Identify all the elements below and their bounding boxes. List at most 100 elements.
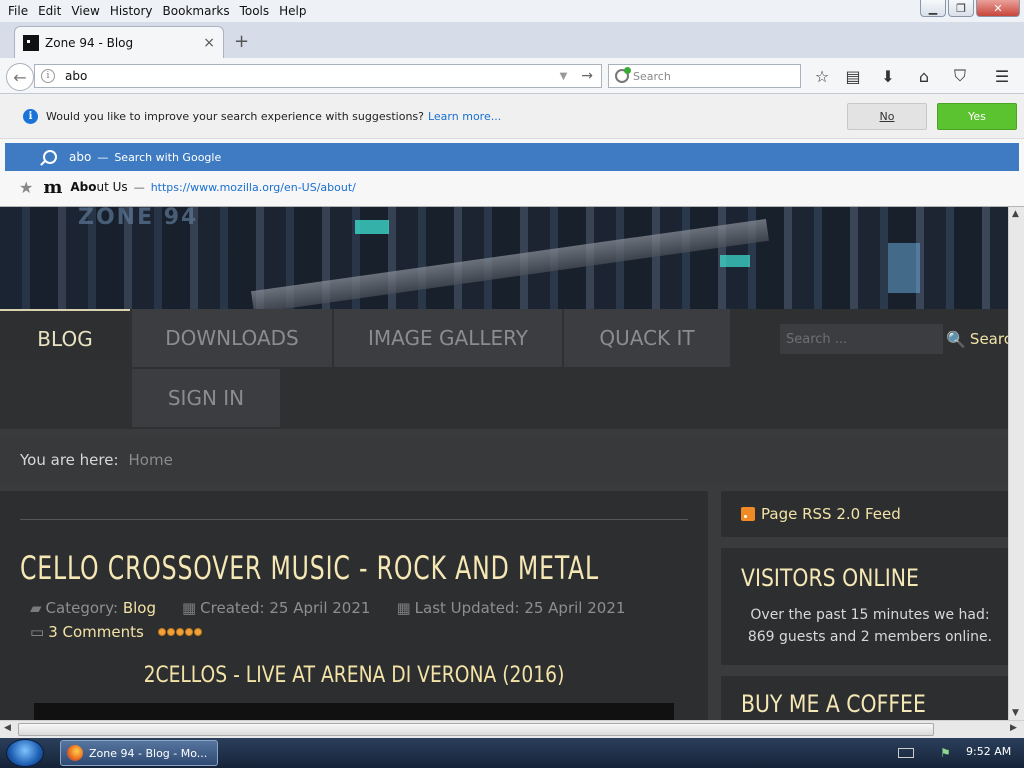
yes-button[interactable]: Yes <box>937 103 1017 130</box>
search-action: Search with Google <box>114 150 222 164</box>
star-icon: ★ <box>19 177 34 197</box>
star-rating[interactable] <box>157 628 202 636</box>
rss-feed-link[interactable]: Page RSS 2.0 Feed <box>721 491 1008 537</box>
article-comments: ▭ 3 Comments <box>30 623 202 641</box>
taskbar: Zone 94 - Blog - Mo... ⚑ 9:52 AM <box>0 738 1024 768</box>
hamburger-menu-icon[interactable]: ☰ <box>991 66 1013 86</box>
video-player[interactable] <box>34 703 674 720</box>
favicon-icon <box>23 34 39 51</box>
nav-downloads[interactable]: DOWNLOADS <box>132 309 332 367</box>
search-with-google-row[interactable]: abo — Search with Google <box>5 143 1019 171</box>
menu-view[interactable]: View <box>71 4 99 18</box>
url-autocomplete-popup: i Would you like to improve your search … <box>0 95 1024 207</box>
site-search-button-label: Search <box>969 330 1008 348</box>
visitors-line: 869 guests and 2 members online. <box>747 629 993 645</box>
search-icon: 🔍 <box>946 329 966 349</box>
tab-close-icon[interactable]: × <box>203 35 215 51</box>
vertical-scrollbar[interactable]: ▲ ▼ <box>1008 207 1024 720</box>
close-window-button[interactable]: ✕ <box>976 0 1020 17</box>
folder-icon: ▰ <box>30 599 42 617</box>
comment-icon: ▭ <box>30 623 45 641</box>
site-navigation: BLOG DOWNLOADS IMAGE GALLERY QUACK IT SI… <box>0 309 1008 429</box>
back-icon[interactable]: ← <box>6 63 34 91</box>
nav-sign-in[interactable]: SIGN IN <box>132 369 280 427</box>
network-icon[interactable]: ⚑ <box>940 746 951 760</box>
menu-bookmarks[interactable]: Bookmarks <box>163 4 230 18</box>
tab-strip: Zone 94 - Blog × + <box>0 22 1024 58</box>
site-search-button[interactable]: 🔍 Search <box>946 324 1008 354</box>
visitors-line: Over the past 15 minutes we had: <box>750 607 990 623</box>
banner-decoration <box>355 220 389 234</box>
search-input[interactable] <box>633 69 800 83</box>
scroll-left-icon[interactable]: ◀ <box>4 723 11 733</box>
article-created: ▦ Created: 25 April 2021 <box>182 599 370 617</box>
menu-help[interactable]: Help <box>279 4 306 18</box>
menu-file[interactable]: File <box>8 4 28 18</box>
scroll-right-icon[interactable]: ▶ <box>1010 723 1017 733</box>
bookmark-suggestion-row[interactable]: ★ m About Us — https://www.mozilla.org/e… <box>5 173 1019 201</box>
article: CELLO CROSSOVER MUSIC - ROCK AND METAL ▰… <box>0 491 708 720</box>
taskbar-firefox-window[interactable]: Zone 94 - Blog - Mo... <box>60 740 218 766</box>
visitors-online-module: VISITORS ONLINE Over the past 15 minutes… <box>721 548 1008 665</box>
banner-decoration <box>888 243 920 293</box>
home-icon[interactable]: ⌂ <box>913 66 935 86</box>
search-suggestions-banner: i Would you like to improve your search … <box>0 95 1024 139</box>
scroll-up-icon[interactable]: ▲ <box>1012 209 1019 219</box>
reading-list-icon[interactable]: ▤ <box>842 66 864 86</box>
nav-blog[interactable]: BLOG <box>0 309 130 367</box>
minimize-button[interactable]: ▁ <box>920 0 946 17</box>
rating-star-icon[interactable] <box>184 628 193 636</box>
article-category: ▰ Category: Blog <box>30 599 156 617</box>
restore-button[interactable]: ❐ <box>948 0 974 17</box>
no-button[interactable]: No <box>847 103 927 130</box>
new-tab-button[interactable]: + <box>234 31 249 52</box>
menu-bar: File Edit View History Bookmarks Tools H… <box>0 0 1024 22</box>
url-bar[interactable]: i ▼ → <box>34 64 602 88</box>
url-input[interactable] <box>65 69 560 83</box>
rest-text: ut Us <box>96 180 128 194</box>
article-title[interactable]: CELLO CROSSOVER MUSIC - ROCK AND METAL <box>20 549 599 587</box>
downloads-icon[interactable]: ⬇ <box>877 66 899 86</box>
article-meta: ▰ Category: Blog ▦ Created: 25 April 2021 … <box>30 599 625 617</box>
search-bar[interactable] <box>608 64 801 88</box>
rating-star-icon[interactable] <box>166 628 175 636</box>
article-updated: ▦ Last Updated: 25 April 2021 <box>396 599 625 617</box>
nav-toolbar: ← i ▼ → ☆ ▤ ⬇ ⌂ ⛉ ☰ <box>0 58 1024 94</box>
pocket-icon[interactable]: ⛉ <box>949 66 971 86</box>
module-title: VISITORS ONLINE <box>741 564 919 592</box>
nav-quack-it[interactable]: QUACK IT <box>564 309 730 367</box>
menu-tools[interactable]: Tools <box>240 4 270 18</box>
bookmark-star-icon[interactable]: ☆ <box>811 66 833 86</box>
comments-link[interactable]: 3 Comments <box>48 623 144 641</box>
horizontal-scrollbar[interactable]: ◀ ▶ <box>0 720 1024 738</box>
dropdown-icon[interactable]: ▼ <box>560 71 568 82</box>
banner-text: Would you like to improve your search ex… <box>46 110 424 123</box>
site-search-input[interactable] <box>780 324 943 354</box>
rating-star-icon[interactable] <box>175 628 184 636</box>
rating-star-icon[interactable] <box>157 628 166 636</box>
tab-zone94[interactable]: Zone 94 - Blog × <box>14 26 224 58</box>
learn-more-link[interactable]: Learn more... <box>428 110 501 123</box>
menu-edit[interactable]: Edit <box>38 4 61 18</box>
separator: — <box>97 150 109 164</box>
scroll-thumb[interactable] <box>18 723 934 736</box>
go-arrow-icon[interactable]: → <box>581 68 593 84</box>
breadcrumb-home[interactable]: Home <box>129 451 173 469</box>
banner-decoration <box>250 218 770 314</box>
info-icon[interactable]: i <box>41 69 55 83</box>
clock[interactable]: 9:52 AM <box>966 745 1011 758</box>
scroll-down-icon[interactable]: ▼ <box>1012 708 1019 718</box>
visitors-text: Over the past 15 minutes we had: 869 gue… <box>735 604 1005 648</box>
site-logo[interactable]: ZONE 94 <box>78 205 198 230</box>
separator: — <box>133 180 145 194</box>
rss-label: Page RSS 2.0 Feed <box>761 505 901 523</box>
buy-me-a-coffee-module: BUY ME A COFFEE <box>721 676 1008 720</box>
search-engine-icon[interactable] <box>615 67 631 83</box>
rating-star-icon[interactable] <box>193 628 202 636</box>
category-link[interactable]: Blog <box>123 599 156 617</box>
keyboard-icon[interactable] <box>898 748 914 758</box>
nav-image-gallery[interactable]: IMAGE GALLERY <box>334 309 562 367</box>
start-button[interactable] <box>6 739 44 767</box>
menu-history[interactable]: History <box>110 4 153 18</box>
match-text: Abo <box>70 180 97 194</box>
